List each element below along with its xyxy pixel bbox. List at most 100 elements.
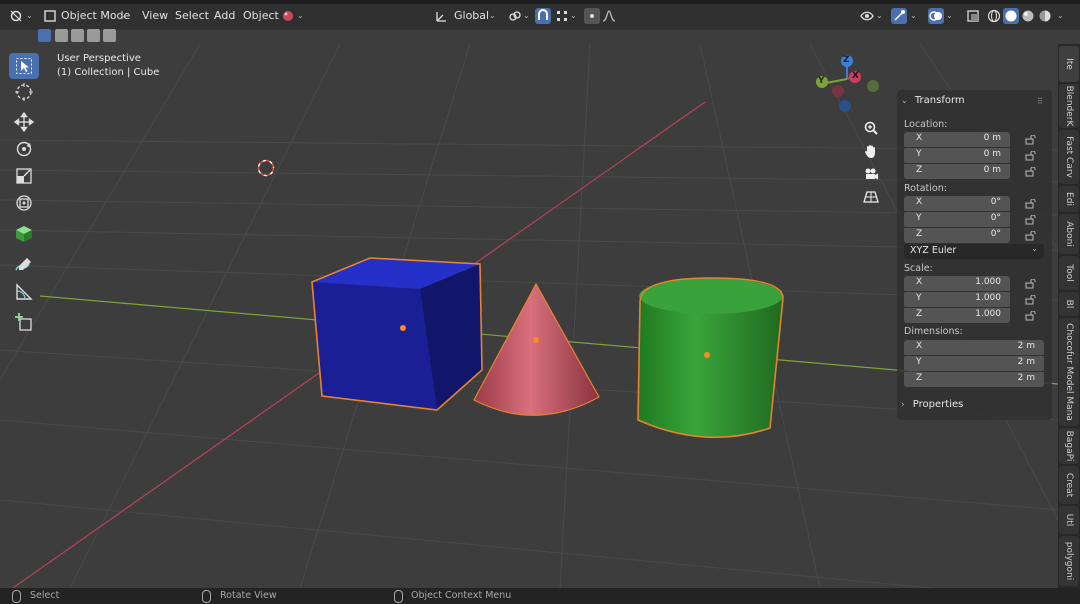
lock-icon[interactable] — [1025, 151, 1037, 161]
axis-label: X — [916, 341, 923, 351]
transform-tool[interactable] — [9, 190, 39, 216]
top-strip — [0, 0, 1080, 4]
add-object-tool[interactable] — [9, 309, 39, 335]
gizmo-y-label: Y — [818, 76, 825, 86]
shading-material-icon[interactable] — [1020, 8, 1036, 24]
camera-icon[interactable] — [861, 164, 881, 184]
zoom-icon[interactable] — [861, 118, 881, 138]
annotate-tool[interactable] — [9, 252, 39, 278]
tab-label: Ite — [1064, 58, 1074, 70]
drag-handle-icon[interactable]: ⠿ — [1037, 97, 1043, 106]
gizmo-neg-x[interactable] — [832, 85, 844, 97]
proportional-edit-icon[interactable] — [584, 8, 600, 24]
tab-edit[interactable]: Edi — [1059, 186, 1079, 212]
collection-info: (1) Collection | Cube — [57, 67, 160, 78]
location-x-field[interactable]: X 0 m — [904, 132, 1010, 147]
menu-view[interactable]: View — [142, 8, 168, 24]
select-extend-icon[interactable] — [55, 29, 68, 42]
editor-type-icon[interactable] — [8, 8, 24, 24]
rotate-tool[interactable] — [9, 136, 39, 162]
scale-z-field[interactable]: Z 1.000 — [904, 308, 1010, 323]
status-rotate-view: Rotate View — [220, 590, 277, 601]
select-subtract-icon[interactable] — [71, 29, 84, 42]
overlays-toggle-icon[interactable] — [928, 8, 944, 24]
transform-panel-header[interactable]: ⌄ Transform — [901, 95, 965, 106]
cursor-tool[interactable] — [9, 79, 39, 105]
lock-icon[interactable] — [1025, 231, 1037, 241]
field-value: 1.000 — [975, 309, 1001, 319]
tab-item[interactable]: Ite — [1059, 46, 1079, 82]
falloff-icon[interactable] — [601, 8, 617, 24]
measure-tool[interactable] — [9, 279, 39, 305]
rotation-mode-select[interactable]: XYZ Euler ⌄ — [904, 244, 1044, 259]
scale-x-field[interactable]: X 1.000 — [904, 276, 1010, 291]
tab-label: BagaPi — [1064, 430, 1074, 462]
shading-solid-icon[interactable] — [1003, 8, 1019, 24]
material-icon[interactable] — [280, 8, 296, 24]
rotation-y-field[interactable]: Y 0° — [904, 212, 1010, 227]
select-box-tool[interactable] — [9, 53, 39, 79]
scale-label: Scale: — [904, 263, 933, 274]
tab-create[interactable]: Creat — [1059, 466, 1079, 504]
properties-panel-header[interactable]: › Properties — [901, 399, 963, 410]
pivot-point-icon[interactable] — [507, 8, 523, 24]
gizmo-neg-z[interactable] — [839, 100, 851, 112]
scale-tool[interactable] — [9, 163, 39, 189]
select-intersect-icon[interactable] — [103, 29, 116, 42]
cylinder-object[interactable] — [637, 277, 784, 439]
tab-util[interactable]: Utl — [1059, 506, 1079, 534]
cube-object[interactable] — [311, 257, 483, 411]
tab-bl[interactable]: Bl — [1059, 292, 1079, 316]
gizmo-toggle-icon[interactable] — [891, 8, 907, 24]
tab-bagapie[interactable]: BagaPi — [1059, 428, 1079, 464]
location-z-field[interactable]: Z 0 m — [904, 164, 1010, 179]
menu-select[interactable]: Select — [175, 8, 209, 24]
transform-icon — [16, 195, 32, 211]
tab-label: Edi — [1064, 192, 1074, 206]
add-cube-tool[interactable] — [9, 221, 39, 247]
snap-toggle-icon[interactable] — [535, 8, 551, 24]
tab-fast-carve[interactable]: Fast Carv — [1059, 130, 1079, 184]
lock-icon[interactable] — [1025, 199, 1037, 209]
dimensions-y-field[interactable]: Y 2 m — [904, 356, 1044, 371]
select-new-icon[interactable] — [38, 29, 51, 42]
chevron-right-icon: › — [901, 400, 905, 410]
lock-icon[interactable] — [1025, 135, 1037, 145]
shading-rendered-icon[interactable] — [1037, 8, 1053, 24]
rotation-x-field[interactable]: X 0° — [904, 196, 1010, 211]
visibility-icon[interactable] — [859, 8, 875, 24]
field-value: 2 m — [1017, 357, 1035, 367]
dimensions-z-field[interactable]: Z 2 m — [904, 372, 1044, 387]
mode-selector[interactable]: Object Mode — [61, 8, 130, 24]
gizmo-neg-y[interactable] — [867, 80, 879, 92]
select-invert-icon[interactable] — [87, 29, 100, 42]
axis-label: Y — [916, 213, 922, 223]
lock-icon[interactable] — [1025, 295, 1037, 305]
dimensions-x-field[interactable]: X 2 m — [904, 340, 1044, 355]
tab-blenderkit[interactable]: BlenderK — [1059, 84, 1079, 128]
location-y-field[interactable]: Y 0 m — [904, 148, 1010, 163]
axis-label: Z — [916, 165, 923, 175]
shading-wireframe-icon[interactable] — [986, 8, 1002, 24]
lock-icon[interactable] — [1025, 311, 1037, 321]
menu-object[interactable]: Object — [243, 8, 279, 24]
pan-hand-icon[interactable] — [861, 141, 881, 161]
tab-polygoniq[interactable]: polygoni — [1059, 536, 1079, 586]
lock-icon[interactable] — [1025, 215, 1037, 225]
3d-viewport[interactable]: Z X Y User Perspective (1) Collection | … — [0, 44, 1058, 588]
cone-object[interactable] — [473, 282, 600, 416]
menu-add[interactable]: Add — [214, 8, 235, 24]
field-value: 0° — [990, 197, 1001, 207]
lock-icon[interactable] — [1025, 167, 1037, 177]
rotation-z-field[interactable]: Z 0° — [904, 228, 1010, 243]
tab-chocofur[interactable]: Chocofur Model Mana — [1059, 318, 1079, 426]
tab-aboni[interactable]: Aboni — [1059, 214, 1079, 254]
scale-y-field[interactable]: Y 1.000 — [904, 292, 1010, 307]
tab-tool[interactable]: Tool — [1059, 256, 1079, 290]
move-tool[interactable] — [9, 109, 39, 135]
lock-icon[interactable] — [1025, 279, 1037, 289]
xray-toggle-icon[interactable] — [965, 8, 981, 24]
perspective-grid-icon[interactable] — [861, 187, 881, 207]
transform-orientation-select[interactable]: Global — [454, 8, 489, 24]
snap-target-icon[interactable] — [554, 8, 570, 24]
